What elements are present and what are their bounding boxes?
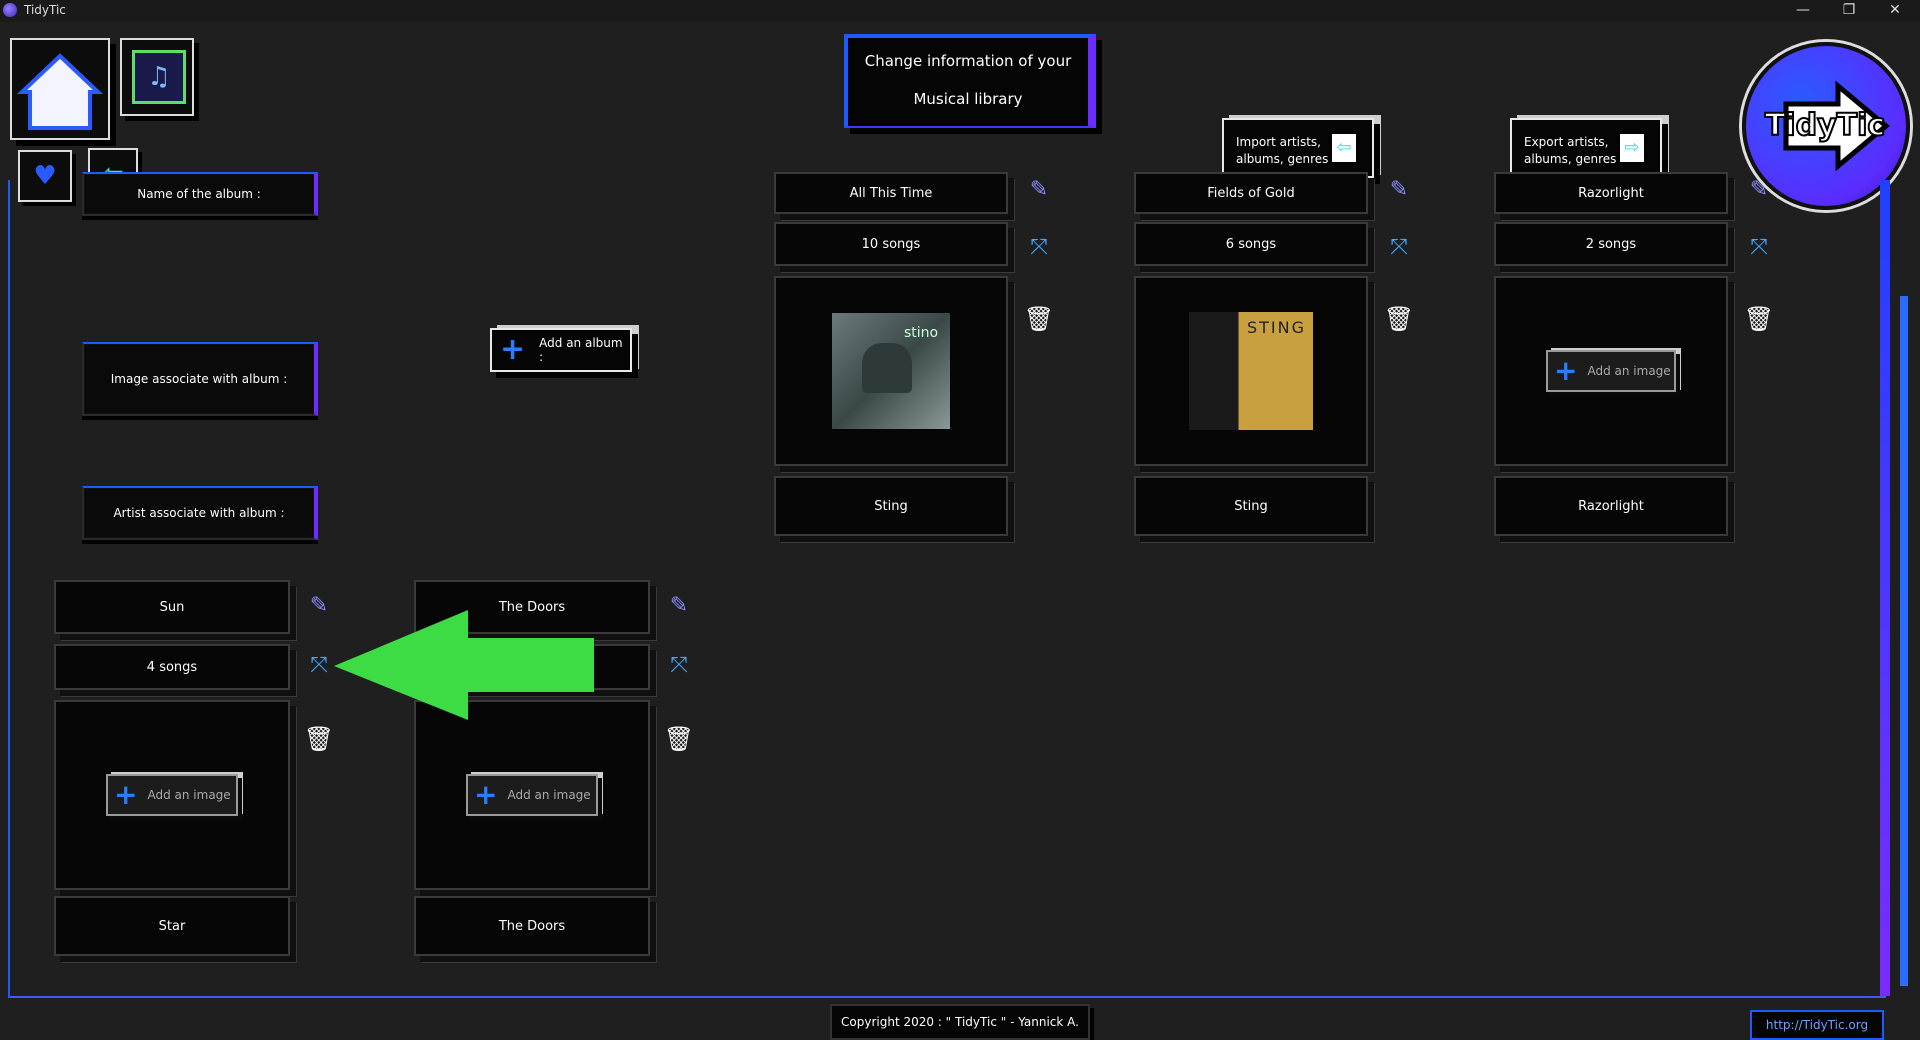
album-name-box: Fields of Gold [1134,172,1368,214]
album-songs-box[interactable]: 10 songs [774,222,1008,266]
album-songs-box[interactable]: 4 songs [54,644,290,690]
add-image-button[interactable]: + Add an image [1546,350,1676,392]
plus-icon: + [1554,354,1578,387]
expand-icon[interactable]: ⤧ [1384,232,1414,262]
album-image-box: + Add an image [54,700,290,890]
album-name-box: Razorlight [1494,172,1728,214]
expand-icon[interactable]: ⤧ [304,650,334,680]
add-image-button[interactable]: + Add an image [466,774,598,816]
plus-icon: + [474,778,498,811]
album-artist-box: Star [54,896,290,956]
album-artist-label: Artist associate with album : [82,486,318,540]
music-edit-button[interactable]: ♫ [120,38,194,116]
album-songs-box[interactable]: 2 songs [1494,222,1728,266]
panel-right-border [1880,180,1890,996]
export-label-line-2: albums, genres [1524,152,1617,166]
expand-icon[interactable]: ⤧ [1024,232,1054,262]
album-image-box: + Add an image [414,700,650,890]
export-label-line-1: Export artists, [1524,135,1609,149]
add-image-label: Add an image [1587,364,1671,378]
album-name-box: Sun [54,580,290,634]
plus-icon: + [114,778,138,811]
album-image-label: Image associate with album : [82,342,318,416]
edit-pencil-icon[interactable]: ✎ [1384,174,1414,204]
green-arrow-annotation [334,610,594,720]
album-artist-box: The Doors [414,896,650,956]
plus-icon: + [500,332,526,367]
logo-text: TidyTic [1764,107,1886,144]
trash-icon[interactable]: 🗑 [664,724,694,754]
trash-icon[interactable]: 🗑 [1024,304,1054,334]
album-name-label: Name of the album : [82,172,318,216]
music-note-icon: ♫ [132,50,186,104]
album-image-box: + Add an image [1494,276,1728,466]
album-cover-image: STING [1189,312,1313,430]
export-button[interactable]: Export artists, albums, genres ⇨ [1510,118,1662,178]
page-title: Change information of your Musical libra… [844,34,1096,128]
trash-icon[interactable]: 🗑 [1744,304,1774,334]
edit-pencil-icon[interactable]: ✎ [664,590,694,620]
close-button[interactable]: ✕ [1872,0,1918,22]
export-file-icon: ⇨ [1620,134,1644,162]
import-label-line-2: albums, genres [1236,152,1329,166]
scrollbar-thumb[interactable] [1900,296,1908,986]
home-icon [16,53,104,130]
title-bar: TidyTic — ❐ ✕ [0,0,1920,22]
album-image-box[interactable]: stino [774,276,1008,466]
copyright-label: Copyright 2020 : " TidyTic " - Yannick A… [830,1004,1090,1040]
album-artist-box: Sting [1134,476,1368,536]
album-image-box[interactable]: STING [1134,276,1368,466]
edit-pencil-icon[interactable]: ✎ [304,590,334,620]
app-logo-icon [3,3,17,17]
import-file-icon: ⇦ [1332,134,1356,162]
add-album-label: Add an album : [539,336,623,364]
import-label-line-1: Import artists, [1236,135,1321,149]
edit-pencil-icon[interactable]: ✎ [1024,174,1054,204]
album-name-box: All This Time [774,172,1008,214]
album-artist-box: Sting [774,476,1008,536]
edit-pencil-icon[interactable]: ✎ [1744,174,1774,204]
add-image-label: Add an image [147,788,231,802]
trash-icon[interactable]: 🗑 [1384,304,1414,334]
maximize-button[interactable]: ❐ [1826,0,1872,22]
trash-icon[interactable]: 🗑 [304,724,334,754]
minimize-button[interactable]: — [1780,0,1826,22]
add-image-label: Add an image [507,788,591,802]
home-button[interactable] [10,38,110,140]
add-image-button[interactable]: + Add an image [106,774,238,816]
import-button[interactable]: Import artists, albums, genres ⇦ [1222,118,1374,178]
page-title-line-1: Change information of your [864,52,1072,70]
add-album-button[interactable]: + Add an album : [490,328,632,372]
expand-icon[interactable]: ⤧ [1744,232,1774,262]
album-songs-box[interactable]: 6 songs [1134,222,1368,266]
expand-icon[interactable]: ⤧ [664,650,694,680]
website-link[interactable]: http://TidyTic.org [1750,1010,1884,1040]
page-title-line-2: Musical library [913,90,1023,108]
album-artist-box: Razorlight [1494,476,1728,536]
album-cover-image: stino [832,313,950,429]
window-title: TidyTic [24,3,66,17]
